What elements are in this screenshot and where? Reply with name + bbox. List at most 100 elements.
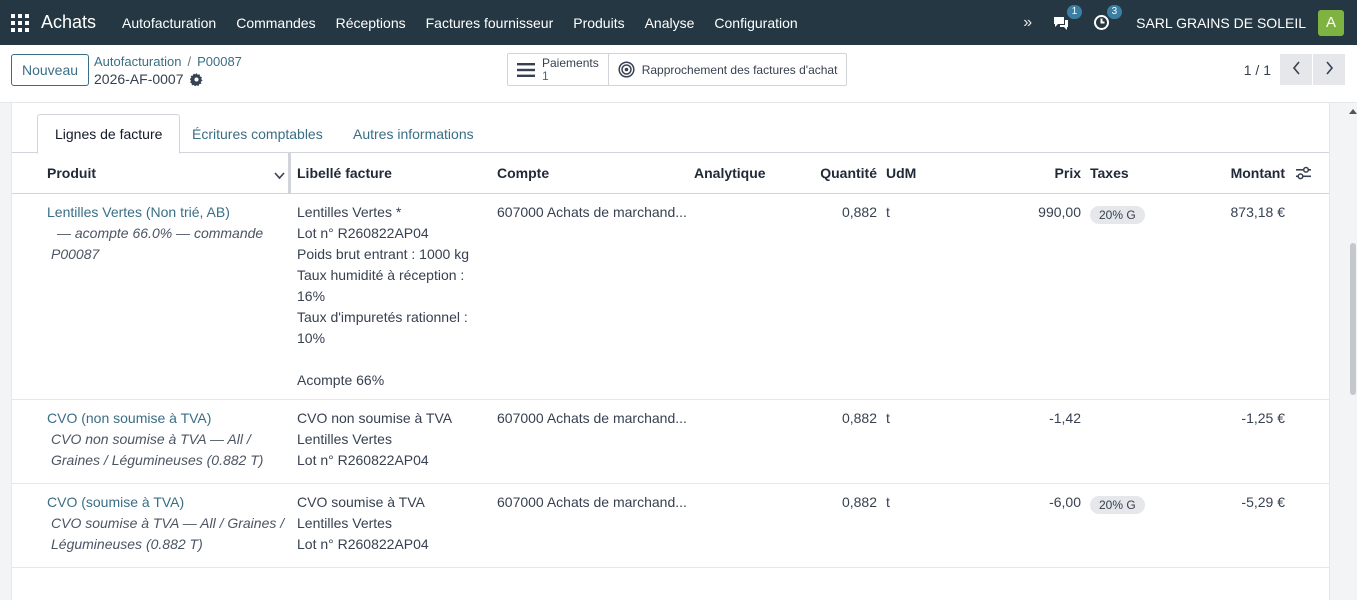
- form-sheet: Lignes de facture Écritures comptables A…: [11, 103, 1330, 600]
- company-switcher[interactable]: SARL GRAINS DE SOLEIL: [1136, 15, 1306, 31]
- row-price[interactable]: 990,00: [1002, 202, 1081, 223]
- col-taxes[interactable]: Taxes: [1090, 153, 1129, 193]
- user-avatar[interactable]: A: [1318, 9, 1344, 36]
- column-resize-handle[interactable]: [288, 153, 291, 193]
- column-settings-icon[interactable]: [1296, 166, 1311, 183]
- row-product-description: — acompte 66.0% — commande P00087: [51, 225, 264, 262]
- menu-analyse[interactable]: Analyse: [645, 15, 695, 31]
- navbar-systray: » 1 3 SARL GRAINS DE SOLEIL A: [1023, 0, 1357, 45]
- label-line: Lentilles Vertes *: [297, 204, 402, 220]
- list-icon: [517, 62, 535, 77]
- main-menu: Autofacturation Commandes Réceptions Fac…: [122, 15, 818, 31]
- row-product[interactable]: CVO (soumise à TVA): [47, 492, 287, 513]
- table-row[interactable]: Lentilles Vertes (Non trié, AB) — acompt…: [12, 194, 1329, 400]
- label-line: Taux d'impuretés rationnel :: [297, 309, 468, 325]
- chevron-right-icon: [1325, 61, 1334, 78]
- new-button[interactable]: Nouveau: [11, 54, 90, 86]
- record-title: 2026-AF-0007: [94, 71, 203, 87]
- scroll-up-icon[interactable]: [1349, 109, 1357, 114]
- breadcrumb-parent[interactable]: Autofacturation: [94, 54, 181, 69]
- label-line: Acompte 66%: [297, 372, 385, 388]
- row-quantity[interactable]: 0,882: [792, 202, 877, 223]
- row-amount: -5,29 €: [1241, 494, 1285, 510]
- row-price[interactable]: -1,42: [1002, 408, 1081, 429]
- row-quantity[interactable]: 0,882: [792, 492, 877, 513]
- vertical-scrollbar[interactable]: [1348, 103, 1357, 600]
- messages-icon[interactable]: 1: [1050, 4, 1083, 34]
- table-header: Produit Libellé facture Compte Analytiqu…: [12, 153, 1329, 194]
- chevron-left-icon: [1292, 61, 1301, 78]
- row-account[interactable]: 607000 Achats de marchand...: [497, 408, 687, 429]
- row-product-description: CVO non soumise à TVA — All / Graines / …: [51, 431, 264, 468]
- table-row[interactable]: CVO (non soumise à TVA) CVO non soumise …: [12, 400, 1329, 484]
- pager-value[interactable]: 1 / 1: [1244, 62, 1271, 78]
- tax-badge[interactable]: 20% G: [1090, 496, 1145, 514]
- menu-configuration[interactable]: Configuration: [714, 15, 797, 31]
- tax-badge[interactable]: 20% G: [1090, 206, 1145, 224]
- pager-next-button[interactable]: [1313, 54, 1345, 85]
- menu-commandes[interactable]: Commandes: [236, 15, 315, 31]
- payments-label: Paiements: [542, 55, 599, 70]
- row-label[interactable]: Lentilles Vertes * Lot n° R260822AP04 Po…: [297, 202, 487, 391]
- control-panel: Nouveau Autofacturation / P00087 2026-AF-0…: [0, 45, 1357, 103]
- tab-other-info[interactable]: Autres informations: [336, 114, 491, 153]
- col-account[interactable]: Compte: [497, 153, 549, 193]
- menu-factures-fournisseur[interactable]: Factures fournisseur: [426, 15, 554, 31]
- apps-menu-icon[interactable]: [11, 13, 29, 32]
- activities-icon[interactable]: 3: [1090, 4, 1123, 34]
- row-amount: 873,18 €: [1230, 204, 1286, 220]
- reconcile-label: Rapprochement des factures d'achat: [641, 62, 838, 77]
- row-uom[interactable]: t: [886, 408, 890, 429]
- row-amount: -1,25 €: [1241, 410, 1285, 426]
- row-uom[interactable]: t: [886, 492, 890, 513]
- activities-badge: 3: [1106, 4, 1123, 19]
- reconcile-smart-button[interactable]: Rapprochement des factures d'achat: [609, 54, 847, 85]
- row-label[interactable]: CVO non soumise à TVA Lentilles Vertes L…: [297, 408, 487, 471]
- col-analytic[interactable]: Analytique: [694, 153, 766, 193]
- tab-journal-items[interactable]: Écritures comptables: [175, 114, 340, 153]
- row-account[interactable]: 607000 Achats de marchand...: [497, 202, 687, 223]
- pager-previous-button[interactable]: [1280, 54, 1312, 85]
- row-product[interactable]: CVO (non soumise à TVA): [47, 408, 287, 429]
- label-line: Lot n° R260822AP04: [297, 452, 429, 468]
- col-quantity[interactable]: Quantité: [792, 153, 877, 193]
- scrollbar-thumb[interactable]: [1350, 243, 1356, 395]
- breadcrumb: Autofacturation / P00087: [94, 54, 242, 69]
- record-name: 2026-AF-0007: [94, 71, 184, 87]
- row-account[interactable]: 607000 Achats de marchand...: [497, 492, 687, 513]
- row-product[interactable]: Lentilles Vertes (Non trié, AB): [47, 202, 287, 223]
- label-line: Lot n° R260822AP04: [297, 536, 429, 552]
- row-quantity[interactable]: 0,882: [792, 408, 877, 429]
- label-line: Lot n° R260822AP04: [297, 225, 429, 241]
- payments-smart-button[interactable]: Paiements 1: [508, 54, 609, 85]
- label-line: Lentilles Vertes: [297, 515, 392, 531]
- top-navbar: Achats Autofacturation Commandes Récepti…: [0, 0, 1357, 45]
- label-line: CVO non soumise à TVA: [297, 410, 453, 426]
- more-menu-icon[interactable]: »: [1023, 14, 1032, 32]
- col-product[interactable]: Produit: [47, 153, 96, 193]
- payments-count: 1: [542, 68, 549, 83]
- label-line: Lentilles Vertes: [297, 431, 392, 447]
- row-price[interactable]: -6,00: [1002, 492, 1081, 513]
- tab-invoice-lines[interactable]: Lignes de facture: [37, 114, 181, 154]
- notebook-tabs: Lignes de facture Écritures comptables A…: [12, 114, 1329, 154]
- label-line: 10%: [297, 330, 326, 346]
- menu-receptions[interactable]: Réceptions: [336, 15, 406, 31]
- row-uom[interactable]: t: [886, 202, 890, 223]
- col-label[interactable]: Libellé facture: [297, 153, 392, 193]
- menu-produits[interactable]: Produits: [573, 15, 624, 31]
- menu-autofacturation[interactable]: Autofacturation: [122, 15, 216, 31]
- label-line: 16%: [297, 288, 326, 304]
- table-row[interactable]: CVO (soumise à TVA) CVO soumise à TVA — …: [12, 484, 1329, 568]
- row-product-description: CVO soumise à TVA — All / Graines / Légu…: [51, 515, 285, 552]
- row-label[interactable]: CVO soumise à TVA Lentilles Vertes Lot n…: [297, 492, 487, 555]
- chevron-down-icon[interactable]: [274, 167, 285, 183]
- smart-buttons: Paiements 1 Rapprochement des factures d…: [507, 53, 848, 86]
- app-brand[interactable]: Achats: [41, 12, 96, 33]
- label-line: Taux humidité à réception :: [297, 267, 465, 283]
- gear-icon[interactable]: [189, 72, 203, 86]
- col-price[interactable]: Prix: [1002, 153, 1081, 193]
- col-amount[interactable]: Montant: [1192, 153, 1285, 193]
- breadcrumb-current[interactable]: P00087: [197, 54, 242, 69]
- col-uom[interactable]: UdM: [886, 153, 916, 193]
